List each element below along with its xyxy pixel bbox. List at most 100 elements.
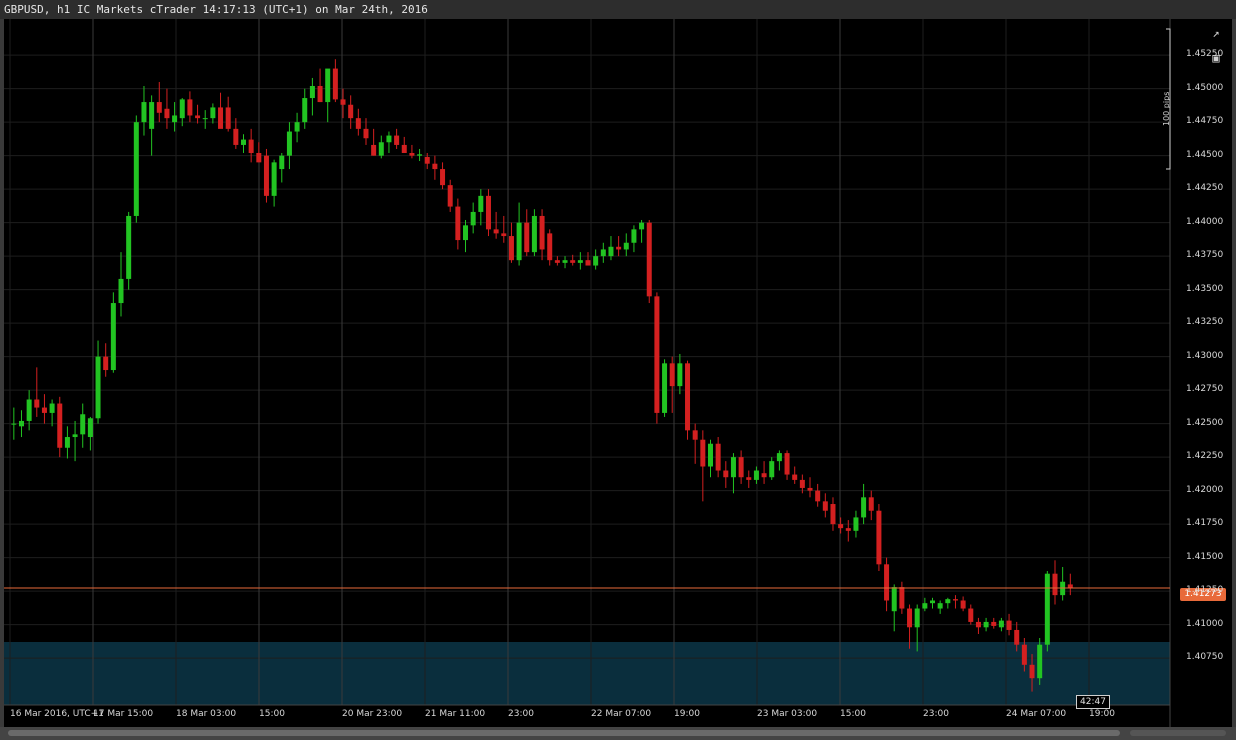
candle-body <box>110 303 116 371</box>
price-axis-label: 1.42500 <box>1186 417 1224 428</box>
candle-body <box>34 399 40 408</box>
price-axis-label: 1.44250 <box>1186 183 1224 194</box>
scrollbar-thumb[interactable] <box>8 730 1120 736</box>
candle-body <box>355 118 361 129</box>
candle-body <box>463 225 469 241</box>
candle-body <box>692 430 698 440</box>
candle-body <box>784 453 790 475</box>
time-axis-label: 23:00 <box>923 709 949 719</box>
candle-body <box>1044 573 1050 645</box>
candle-body <box>1029 664 1035 679</box>
candle-body <box>317 85 323 103</box>
price-axis-label: 1.40750 <box>1186 652 1224 663</box>
candle-body <box>623 242 629 250</box>
candle-body <box>639 222 645 230</box>
candle-body <box>991 621 997 626</box>
scrollbar-track-right[interactable] <box>1130 730 1226 736</box>
candle-body <box>187 99 193 116</box>
candle-body <box>531 215 537 253</box>
candle-body <box>807 487 813 491</box>
price-axis-label: 1.44000 <box>1186 216 1224 227</box>
time-axis-label: 23:00 <box>508 709 534 719</box>
chart-title: GBPUSD, h1 IC Markets cTrader 14:17:13 (… <box>4 3 428 16</box>
price-axis-label: 1.42250 <box>1186 451 1224 462</box>
candle-body <box>164 108 170 119</box>
candle-body <box>776 453 782 462</box>
candle-body <box>799 479 805 488</box>
chart-title-bar: GBPUSD, h1 IC Markets cTrader 14:17:13 (… <box>0 0 1236 19</box>
candlestick-chart[interactable] <box>4 19 1232 727</box>
candle-body <box>279 155 285 170</box>
candle-body <box>493 229 499 234</box>
candle-body <box>57 403 63 448</box>
candle-body <box>1006 620 1012 630</box>
candle-body <box>891 587 897 612</box>
candle-body <box>202 118 208 120</box>
candle-body <box>95 356 101 419</box>
price-axis-label: 1.41500 <box>1186 551 1224 562</box>
candle-body <box>861 497 867 518</box>
candle-body <box>838 524 844 529</box>
candle-body <box>1052 573 1058 596</box>
candle-body <box>960 600 966 609</box>
candle-body <box>899 587 905 609</box>
candle-body <box>417 154 423 156</box>
chart-area[interactable]: ↗ ▣ 100 pips 1.41273 42:47 1.45250 1.4500… <box>4 19 1232 727</box>
candle-body <box>815 490 821 502</box>
candle-body <box>11 423 17 425</box>
candle-body <box>685 363 691 431</box>
time-axis-label: 15:00 <box>259 709 285 719</box>
candle-body <box>539 215 545 250</box>
candle-body <box>508 236 514 261</box>
candle-body <box>455 206 461 241</box>
candle-body <box>524 222 530 253</box>
candle-body <box>149 102 155 129</box>
candle-body <box>769 461 775 478</box>
candle-body <box>830 504 836 525</box>
candle-body <box>822 501 828 511</box>
time-axis-label: 21 Mar 11:00 <box>425 709 486 719</box>
time-axis-label: 15:00 <box>840 709 866 719</box>
price-axis-label: 1.43750 <box>1186 250 1224 261</box>
candle-body <box>646 222 652 297</box>
price-axis-label: 1.41750 <box>1186 518 1224 529</box>
candle-body <box>340 99 346 105</box>
price-axis-label: 1.41250 <box>1186 585 1224 596</box>
candle-body <box>577 260 583 263</box>
price-axis-label: 1.43000 <box>1186 350 1224 361</box>
candle-body <box>172 115 178 123</box>
candle-body <box>179 99 185 119</box>
candle-body <box>386 135 392 143</box>
candle-body <box>730 457 736 478</box>
candle-body <box>87 418 93 438</box>
candle-body <box>233 128 239 145</box>
candle-body <box>41 407 47 413</box>
candle-body <box>394 135 400 145</box>
candle-body <box>669 363 675 387</box>
time-axis-label: 17 Mar 15:00 <box>93 709 154 719</box>
candle-body <box>72 434 78 438</box>
candle-body <box>631 229 637 243</box>
candle-body <box>554 260 560 263</box>
candle-body <box>753 470 759 480</box>
candle-body <box>286 131 292 156</box>
horizontal-scrollbar[interactable] <box>0 727 1236 740</box>
time-axis-label: 24 Mar 07:00 <box>1006 709 1067 719</box>
price-axis-label: 1.45250 <box>1186 49 1224 60</box>
candle-body <box>263 155 269 196</box>
candle-body <box>968 608 974 622</box>
candle-body <box>662 363 668 413</box>
candle-body <box>210 107 216 119</box>
candle-body <box>294 122 300 132</box>
external-window-icon[interactable]: ↗ <box>1208 25 1224 41</box>
candle-body <box>792 474 798 480</box>
candle-body <box>1014 629 1020 645</box>
candle-body <box>738 457 744 478</box>
candle-body <box>195 115 201 119</box>
candle-body <box>256 152 262 163</box>
candle-body <box>907 608 913 628</box>
candle-body <box>937 603 943 609</box>
candle-body <box>723 470 729 478</box>
price-axis-label: 1.44750 <box>1186 116 1224 127</box>
candle-body <box>975 621 981 628</box>
